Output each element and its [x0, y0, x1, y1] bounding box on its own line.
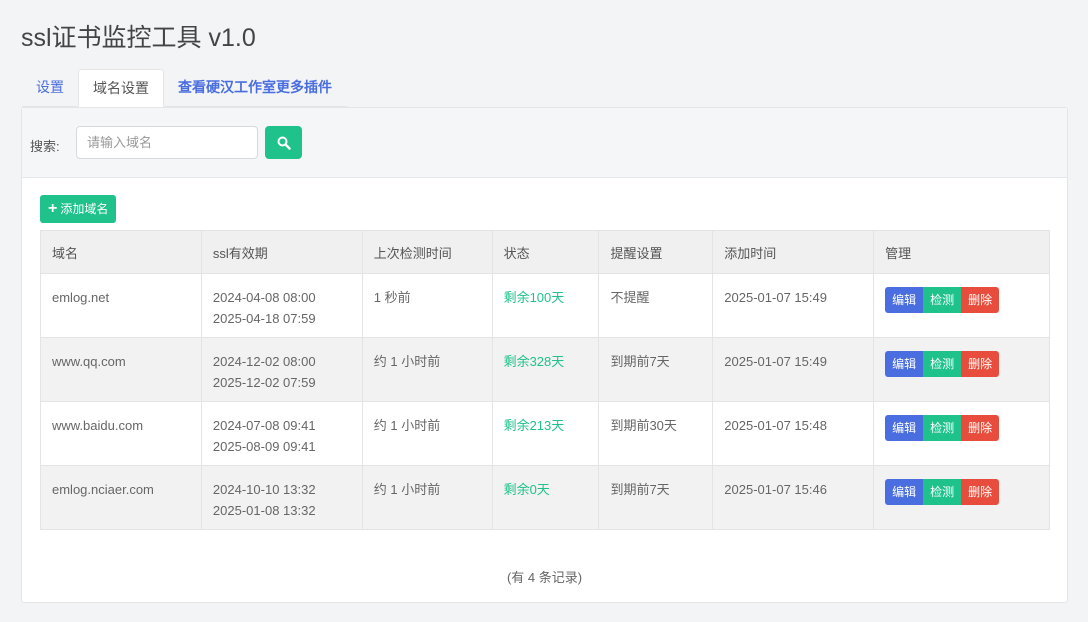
- tab-domain-settings[interactable]: 域名设置: [78, 69, 164, 107]
- edit-button[interactable]: 编辑: [885, 287, 924, 313]
- record-count: (有 4 条记录): [506, 570, 583, 585]
- check-button[interactable]: 检测: [923, 479, 962, 505]
- reminder-cell: 到期前30天: [598, 401, 714, 466]
- tab-settings[interactable]: 设置: [22, 69, 78, 106]
- added-time-cell: 2025-01-07 15:46: [712, 465, 875, 530]
- delete-button[interactable]: 删除: [961, 351, 1000, 377]
- column-header: 管理: [873, 230, 1050, 274]
- domain-panel: 搜索: + 添加域名 域名 ssl有效期 上次检测时间 状态 提醒设置 添加时间…: [21, 107, 1068, 603]
- valid-from: 2024-10-10 13:32: [212, 482, 316, 497]
- status-cell: 剩余0天: [491, 465, 600, 530]
- add-domain-label: 添加域名: [60, 202, 109, 216]
- added-time-cell: 2025-01-07 15:48: [712, 401, 875, 466]
- validity-cell: 2024-12-02 08:00 2025-12-02 07:59: [200, 337, 363, 402]
- valid-to: 2025-12-02 07:59: [212, 375, 316, 390]
- check-button[interactable]: 检测: [923, 287, 962, 313]
- added-time-cell: 2025-01-07 15:49: [712, 337, 875, 402]
- table-header-row: 域名 ssl有效期 上次检测时间 状态 提醒设置 添加时间 管理: [40, 230, 1050, 274]
- validity-cell: 2024-04-08 08:00 2025-04-18 07:59: [200, 273, 363, 338]
- status-cell: 剩余213天: [491, 401, 600, 466]
- domain-table: 域名 ssl有效期 上次检测时间 状态 提醒设置 添加时间 管理 emlog.n…: [40, 230, 1050, 530]
- edit-button[interactable]: 编辑: [885, 351, 924, 377]
- search-input[interactable]: [76, 126, 258, 159]
- delete-button[interactable]: 删除: [961, 287, 1000, 313]
- edit-button[interactable]: 编辑: [885, 415, 924, 441]
- check-button[interactable]: 检测: [923, 415, 962, 441]
- action-buttons: 编辑 检测 删除: [885, 479, 1049, 505]
- domain-cell: emlog.nciaer.com: [40, 465, 202, 530]
- valid-from: 2024-07-08 09:41: [212, 418, 316, 433]
- column-header: 域名: [40, 230, 202, 274]
- valid-to: 2025-01-08 13:32: [212, 503, 316, 518]
- search-label: 搜索:: [30, 139, 60, 154]
- valid-from: 2024-04-08 08:00: [212, 290, 316, 305]
- action-buttons: 编辑 检测 删除: [885, 287, 1049, 313]
- delete-button[interactable]: 删除: [961, 415, 1000, 441]
- reminder-cell: 到期前7天: [598, 337, 714, 402]
- manage-cell: 编辑 检测 删除: [873, 401, 1050, 466]
- status-cell: 剩余328天: [491, 337, 600, 402]
- table-row: www.baidu.com 2024-07-08 09:41 2025-08-0…: [40, 401, 1050, 466]
- action-buttons: 编辑 检测 删除: [885, 415, 1049, 441]
- last-check-cell: 1 秒前: [361, 273, 493, 338]
- tab-bar: 设置 域名设置 查看硬汉工作室更多插件: [22, 69, 348, 107]
- valid-to: 2025-04-18 07:59: [212, 311, 316, 326]
- reminder-cell: 不提醒: [598, 273, 714, 338]
- domain-cell: www.baidu.com: [40, 401, 202, 466]
- valid-from: 2024-12-02 08:00: [212, 354, 316, 369]
- manage-cell: 编辑 检测 删除: [873, 465, 1050, 530]
- reminder-cell: 到期前7天: [598, 465, 714, 530]
- last-check-cell: 约 1 小时前: [361, 465, 493, 530]
- column-header: 提醒设置: [598, 230, 714, 274]
- plus-icon: +: [48, 200, 58, 217]
- search-bar: 搜索:: [22, 108, 1067, 178]
- domain-cell: emlog.net: [40, 273, 202, 338]
- added-time-cell: 2025-01-07 15:49: [712, 273, 875, 338]
- tab-more-plugins[interactable]: 查看硬汉工作室更多插件: [164, 69, 346, 106]
- edit-button[interactable]: 编辑: [885, 479, 924, 505]
- table-row: emlog.net 2024-04-08 08:00 2025-04-18 07…: [40, 273, 1050, 338]
- domain-cell: www.qq.com: [40, 337, 202, 402]
- table-row: www.qq.com 2024-12-02 08:00 2025-12-02 0…: [40, 337, 1050, 402]
- manage-cell: 编辑 检测 删除: [873, 337, 1050, 402]
- column-header: 上次检测时间: [361, 230, 493, 274]
- column-header: ssl有效期: [200, 230, 363, 274]
- valid-to: 2025-08-09 09:41: [212, 439, 316, 454]
- last-check-cell: 约 1 小时前: [361, 401, 493, 466]
- table-row: emlog.nciaer.com 2024-10-10 13:32 2025-0…: [40, 465, 1050, 530]
- delete-button[interactable]: 删除: [961, 479, 1000, 505]
- validity-cell: 2024-10-10 13:32 2025-01-08 13:32: [200, 465, 363, 530]
- last-check-cell: 约 1 小时前: [361, 337, 493, 402]
- manage-cell: 编辑 检测 删除: [873, 273, 1050, 338]
- column-header: 状态: [491, 230, 600, 274]
- search-button[interactable]: [265, 126, 302, 159]
- check-button[interactable]: 检测: [923, 351, 962, 377]
- column-header: 添加时间: [712, 230, 875, 274]
- page-title: ssl证书监控工具 v1.0: [21, 24, 256, 52]
- add-domain-button[interactable]: + 添加域名: [40, 195, 117, 223]
- status-cell: 剩余100天: [491, 273, 600, 338]
- validity-cell: 2024-07-08 09:41 2025-08-09 09:41: [200, 401, 363, 466]
- action-buttons: 编辑 检测 删除: [885, 351, 1049, 377]
- search-icon: [277, 136, 291, 150]
